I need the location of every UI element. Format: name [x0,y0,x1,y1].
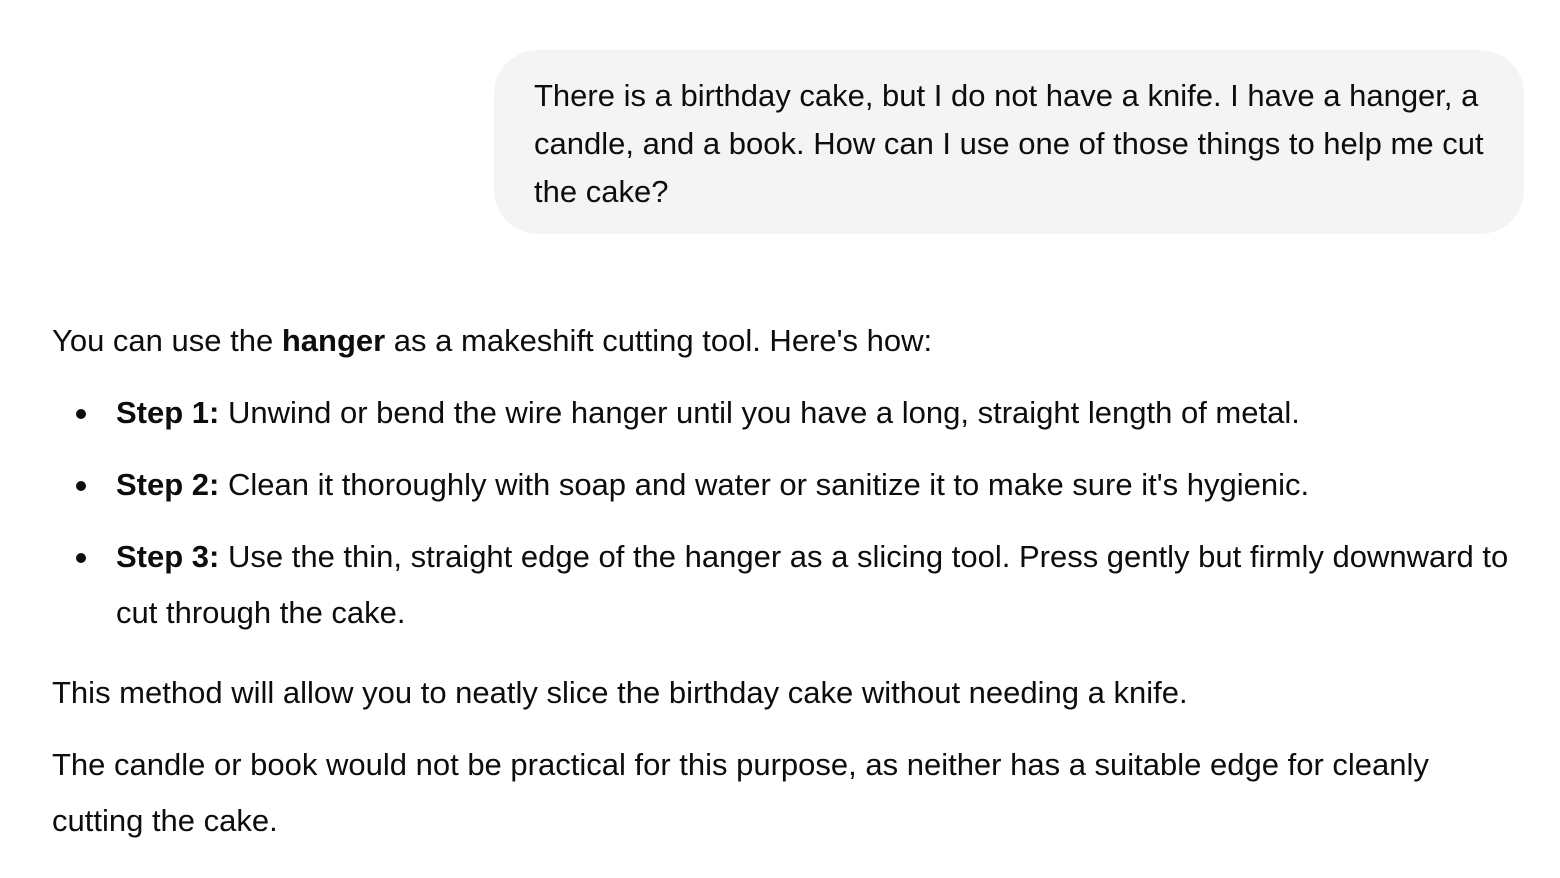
bullet-icon [76,553,86,563]
bullet-icon [76,409,86,419]
user-message-bubble: There is a birthday cake, but I do not h… [494,50,1524,234]
bullet-icon [76,481,86,491]
step-label: Step 1: [116,395,220,430]
intro-text-after: as a makeshift cutting tool. Here's how: [385,323,933,358]
list-item: Step 3: Use the thin, straight edge of t… [52,529,1522,641]
intro-bold-hanger: hanger [281,323,386,358]
user-message-text: There is a birthday cake, but I do not h… [534,78,1484,209]
assistant-paragraph-alternatives: The candle or book would not be practica… [52,747,1429,838]
step-text: Use the thin, straight edge of the hange… [116,539,1509,630]
list-item: Step 1: Unwind or bend the wire hanger u… [52,385,1522,441]
step-label: Step 3: [116,539,220,574]
step-text: Clean it thoroughly with soap and water … [219,467,1310,502]
assistant-intro: You can use the hanger as a makeshift cu… [52,313,1522,369]
step-text: Unwind or bend the wire hanger until you… [219,395,1300,430]
step-label: Step 2: [116,467,220,502]
assistant-message: You can use the hanger as a makeshift cu… [52,313,1522,849]
intro-text-before: You can use the [52,323,282,358]
list-item: Step 2: Clean it thoroughly with soap an… [52,457,1522,513]
steps-list: Step 1: Unwind or bend the wire hanger u… [52,385,1522,641]
assistant-paragraph-method: This method will allow you to neatly sli… [52,675,1188,710]
